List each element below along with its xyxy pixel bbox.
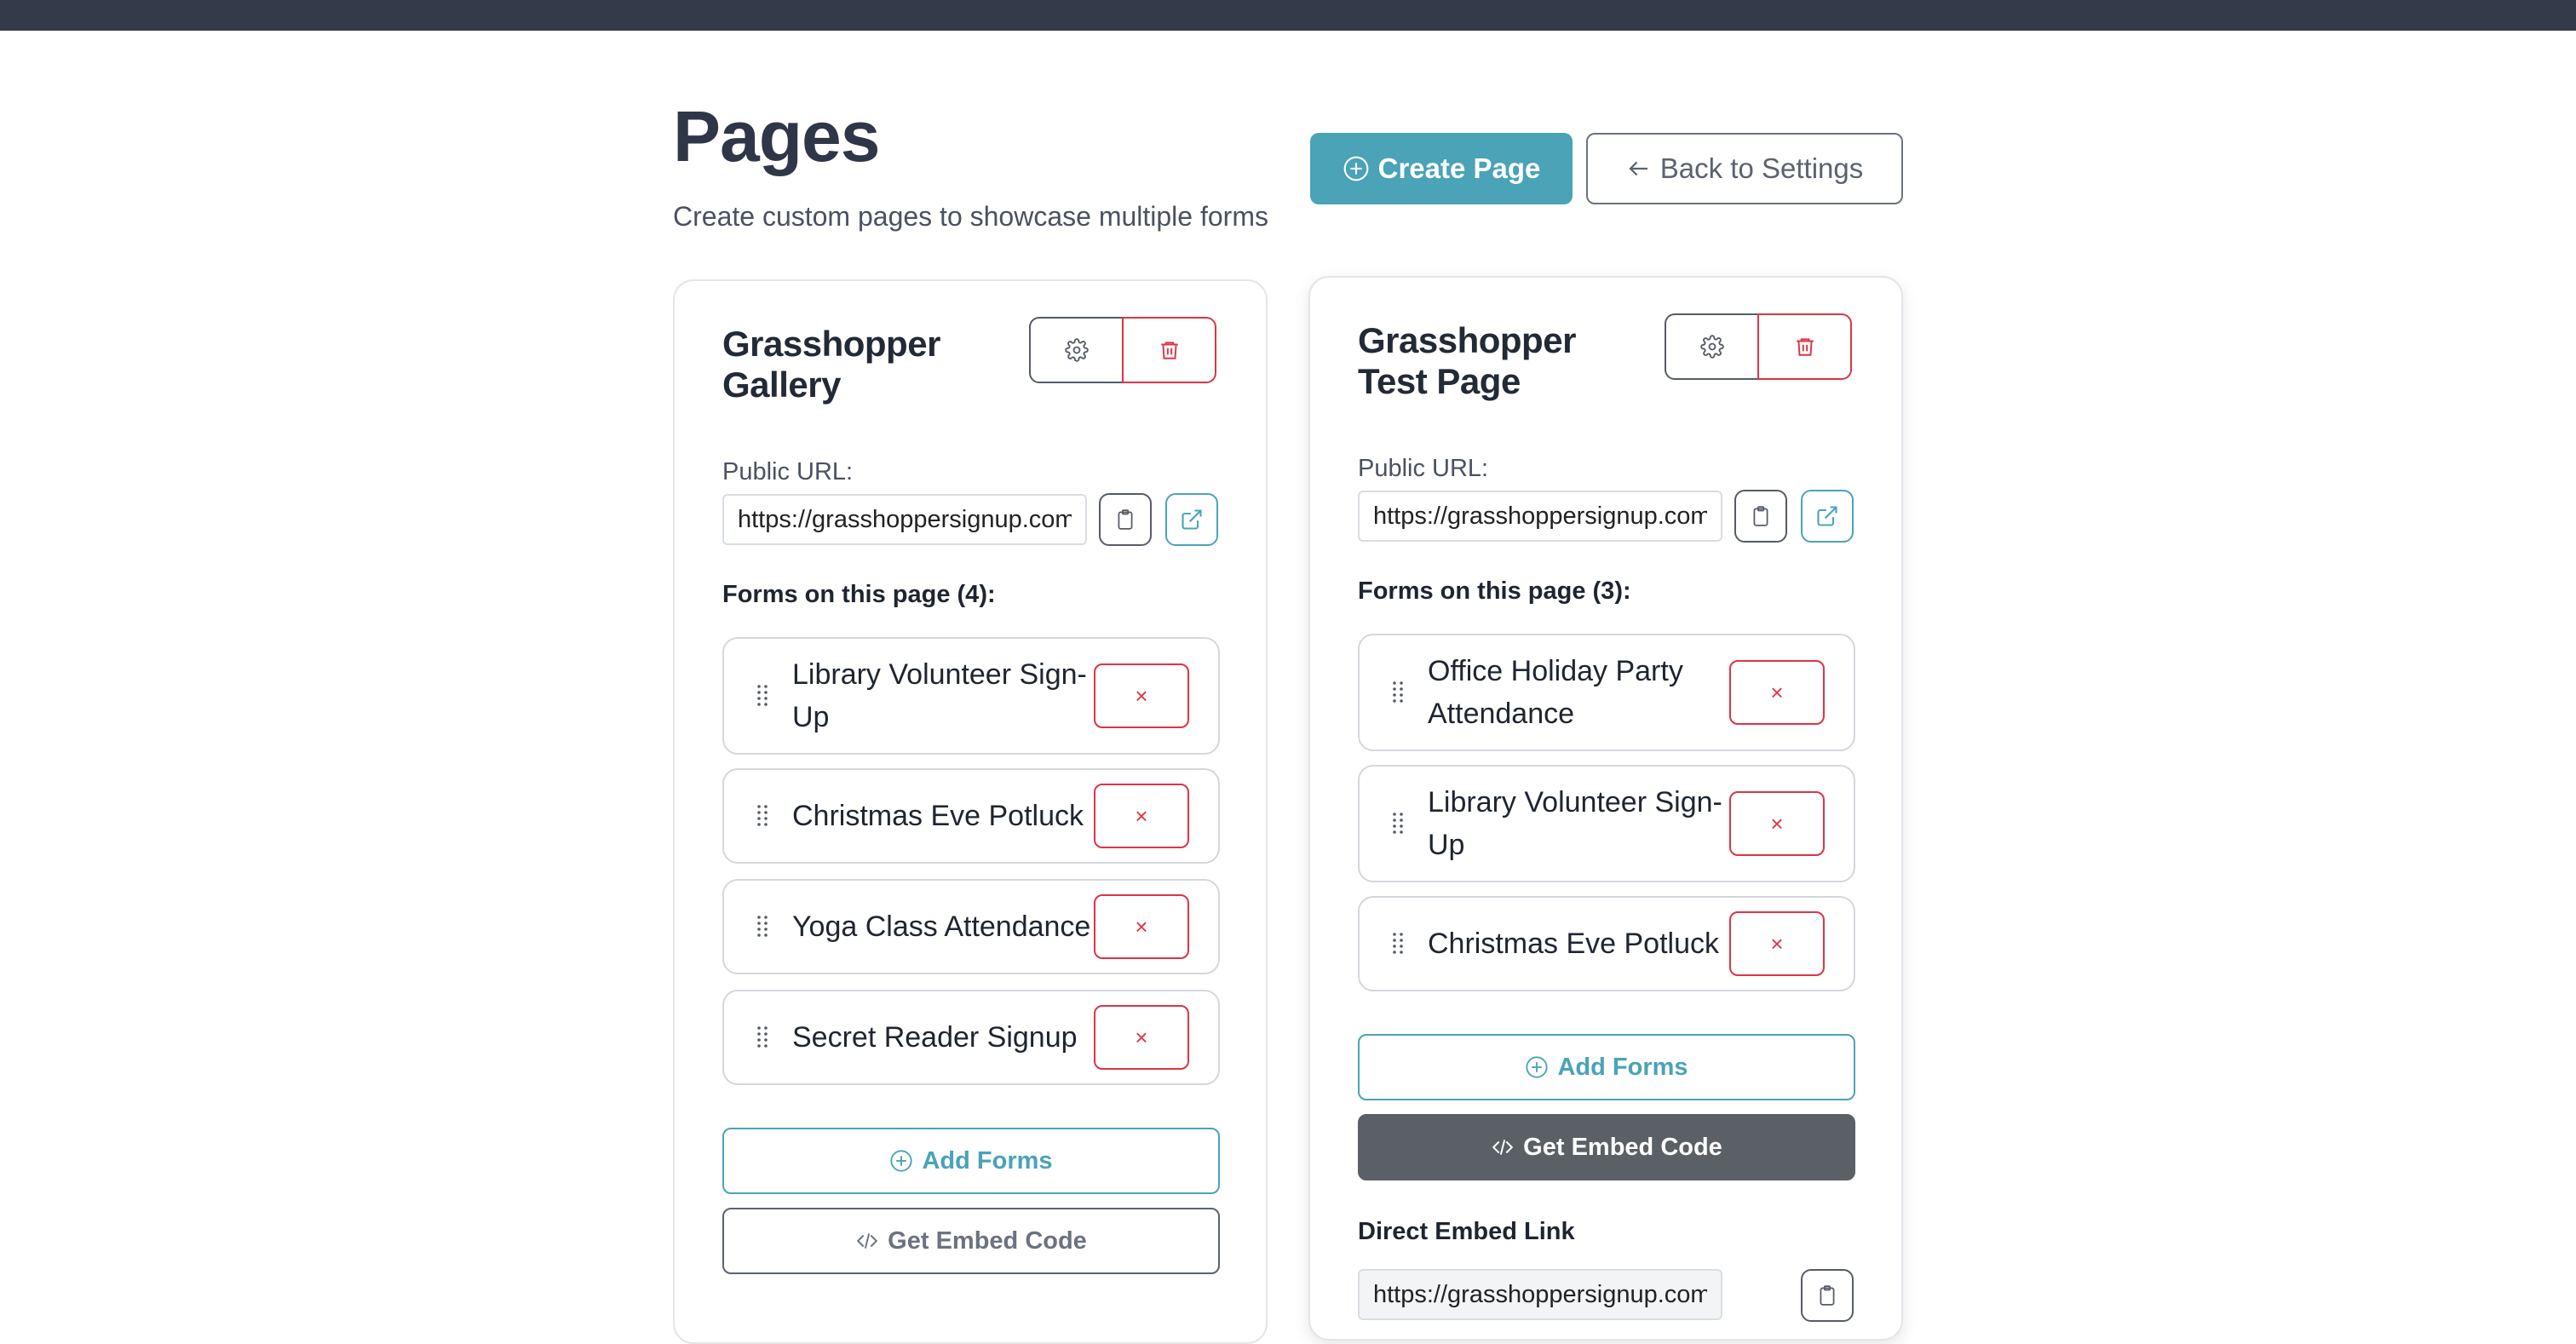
- drag-handle-icon[interactable]: [756, 1025, 768, 1050]
- external-link-icon: [1182, 509, 1202, 530]
- trash-icon: [1160, 342, 1178, 359]
- clipboard-icon: [1118, 509, 1133, 530]
- remove-form-button[interactable]: ×: [1094, 784, 1189, 848]
- code-icon: [1492, 1140, 1514, 1155]
- add-forms-label: Add Forms: [1557, 1053, 1688, 1081]
- copy-url-button[interactable]: [1099, 493, 1152, 546]
- form-name: Yoga Class Attendance: [792, 910, 1091, 943]
- remove-form-button[interactable]: ×: [1094, 1005, 1189, 1070]
- top-navbar: [0, 0, 2576, 31]
- page-card-grasshopper-gallery: Grasshopper Gallery Public URL: Forms on…: [673, 279, 1268, 1344]
- form-name: Office Holiday Party Attendance: [1428, 655, 1683, 730]
- form-name: Library Volunteer Sign-Up: [792, 658, 1087, 733]
- card-actions: [1029, 317, 1218, 383]
- drag-handle-icon[interactable]: [756, 683, 768, 709]
- trash-icon: [1796, 338, 1814, 356]
- form-row[interactable]: Secret Reader Signup ×: [722, 990, 1220, 1085]
- form-row[interactable]: Yoga Class Attendance ×: [722, 879, 1220, 974]
- page-card-grasshopper-test-page: Grasshopper Test Page Public URL: Forms …: [1308, 276, 1903, 1341]
- public-url-input[interactable]: [1358, 491, 1722, 542]
- remove-form-button[interactable]: ×: [1094, 894, 1189, 959]
- open-url-button[interactable]: [1801, 490, 1854, 543]
- add-forms-label: Add Forms: [922, 1146, 1053, 1175]
- drag-handle-icon[interactable]: [1392, 931, 1404, 956]
- remove-form-button[interactable]: ×: [1729, 911, 1825, 976]
- clipboard-icon: [1753, 506, 1768, 526]
- back-to-settings-button[interactable]: Back to Settings: [1586, 133, 1903, 204]
- copy-embed-link-button[interactable]: [1801, 1269, 1854, 1322]
- card-title: Grasshopper Gallery: [722, 324, 940, 405]
- form-name: Library Volunteer Sign-Up: [1428, 786, 1722, 861]
- plus-circle-icon: [890, 1150, 913, 1172]
- form-row[interactable]: Christmas Eve Potluck ×: [1358, 896, 1855, 991]
- page-settings-button[interactable]: [1029, 317, 1124, 383]
- plus-circle-icon: [1526, 1056, 1549, 1078]
- card-title: Grasshopper Test Page: [1358, 320, 1576, 401]
- gear-icon: [1064, 338, 1089, 362]
- arrow-left-icon: [1629, 161, 1647, 176]
- plus-circle-icon: [1343, 156, 1369, 181]
- remove-form-button[interactable]: ×: [1729, 791, 1825, 856]
- copy-url-button[interactable]: [1734, 490, 1787, 543]
- public-url-label: Public URL:: [722, 458, 854, 485]
- public-url-input[interactable]: [722, 494, 1087, 545]
- page-settings-button[interactable]: [1665, 313, 1759, 380]
- drag-handle-icon[interactable]: [1392, 811, 1404, 836]
- form-row[interactable]: Christmas Eve Potluck ×: [722, 768, 1220, 864]
- form-row[interactable]: Office Holiday Party Attendance ×: [1358, 634, 1855, 751]
- clipboard-icon: [1820, 1285, 1835, 1306]
- delete-page-button[interactable]: [1757, 313, 1852, 380]
- remove-form-button[interactable]: ×: [1094, 663, 1189, 728]
- add-forms-button[interactable]: Add Forms: [1358, 1034, 1855, 1100]
- form-name: Secret Reader Signup: [792, 1021, 1078, 1054]
- forms-heading: Forms on this page (3):: [1358, 577, 1631, 605]
- page-title: Pages: [673, 96, 880, 176]
- public-url-label: Public URL:: [1358, 455, 1489, 482]
- back-to-settings-label: Back to Settings: [1659, 152, 1864, 184]
- open-url-button[interactable]: [1165, 493, 1218, 546]
- drag-handle-icon[interactable]: [1392, 680, 1404, 705]
- gear-icon: [1699, 335, 1724, 359]
- get-embed-code-label: Get Embed Code: [888, 1226, 1087, 1255]
- form-row[interactable]: Library Volunteer Sign-Up ×: [722, 637, 1220, 755]
- page-subtitle: Create custom pages to showcase multiple…: [673, 201, 1268, 232]
- get-embed-code-label: Get Embed Code: [1523, 1133, 1722, 1161]
- form-name: Christmas Eve Potluck: [792, 800, 1084, 832]
- add-forms-button[interactable]: Add Forms: [722, 1128, 1220, 1194]
- drag-handle-icon[interactable]: [756, 914, 768, 939]
- get-embed-code-button[interactable]: Get Embed Code: [722, 1208, 1220, 1274]
- card-actions: [1665, 313, 1854, 380]
- create-page-label: Create Page: [1377, 152, 1541, 184]
- delete-page-button[interactable]: [1122, 317, 1216, 383]
- form-name: Christmas Eve Potluck: [1428, 928, 1719, 960]
- direct-embed-link-label: Direct Embed Link: [1358, 1218, 1575, 1245]
- forms-heading: Forms on this page (4):: [722, 581, 996, 608]
- get-embed-code-button[interactable]: Get Embed Code: [1358, 1114, 1855, 1180]
- drag-handle-icon[interactable]: [756, 803, 768, 829]
- external-link-icon: [1817, 506, 1837, 526]
- code-icon: [856, 1233, 878, 1249]
- create-page-button[interactable]: Create Page: [1310, 133, 1573, 204]
- remove-form-button[interactable]: ×: [1729, 660, 1825, 725]
- form-row[interactable]: Library Volunteer Sign-Up ×: [1358, 765, 1855, 882]
- direct-embed-link-input[interactable]: [1358, 1269, 1722, 1320]
